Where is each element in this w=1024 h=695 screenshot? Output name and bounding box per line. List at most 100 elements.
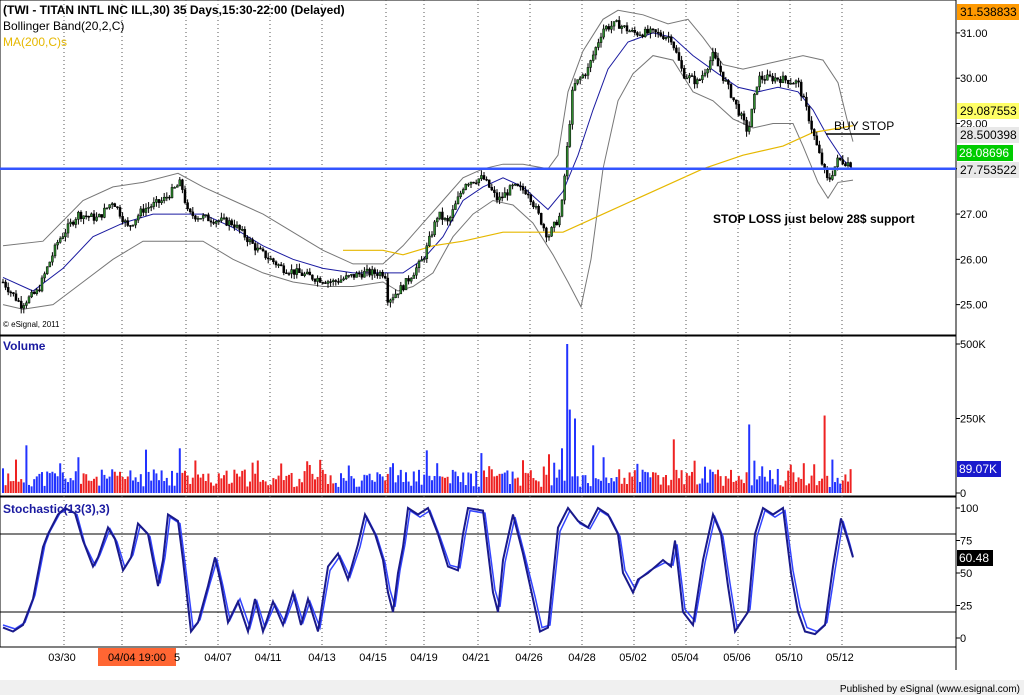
volume-bar (368, 473, 371, 493)
candle-body (560, 199, 564, 217)
volume-bar (555, 477, 558, 493)
candle-body (620, 26, 624, 29)
candle-body (300, 272, 304, 276)
candle-body (87, 216, 91, 218)
candle-body (368, 268, 371, 276)
candle-body (233, 224, 236, 228)
candle-body (225, 217, 228, 226)
volume-bar (475, 470, 478, 493)
volume-bar (321, 469, 324, 493)
volume-bar (646, 472, 649, 493)
volume-bar (670, 479, 673, 493)
candle-body (659, 32, 663, 37)
volume-bar (74, 471, 77, 493)
candle-body (121, 216, 124, 223)
x-axis-label: 05/12 (826, 652, 854, 664)
candle-body (727, 80, 730, 85)
candle-body (181, 179, 184, 190)
volume-bar (722, 485, 725, 493)
volume-bar (537, 481, 540, 493)
ma-price-value: 29.087553 (960, 104, 1017, 118)
candle-body (316, 277, 319, 282)
candle-body (22, 305, 26, 309)
volume-bar (420, 484, 423, 493)
candle-body (165, 196, 169, 199)
candle-body (113, 203, 117, 207)
volume-tick-label: 0 (960, 488, 966, 500)
candle-body (623, 25, 626, 27)
volume-bar (571, 476, 574, 493)
candle-body (173, 187, 176, 189)
volume-bar (324, 473, 327, 493)
candle-body (706, 69, 709, 74)
volume-bar (514, 478, 517, 493)
candle-body (251, 239, 254, 244)
candle-body (630, 29, 634, 32)
candle-body (48, 261, 52, 268)
candle-body (693, 75, 696, 85)
volume-bar (550, 485, 553, 493)
volume-bar (69, 478, 72, 493)
volume-bar (147, 471, 150, 493)
volume-bar (158, 480, 160, 493)
volume-bar (522, 460, 524, 493)
volume-bar (847, 481, 849, 493)
candle-body (524, 189, 527, 195)
volume-bar (210, 482, 212, 493)
stochastic-tick-label: 50 (960, 568, 972, 580)
candle-body (152, 202, 156, 207)
candle-body (708, 60, 712, 70)
last-price-value: 28.08696 (959, 146, 1009, 160)
volume-bar (683, 484, 686, 493)
candle-body (90, 213, 93, 217)
candle-body (357, 272, 361, 275)
volume-bar (714, 474, 717, 493)
volume-bar (418, 469, 420, 493)
candle-body (581, 74, 585, 79)
candle-body (672, 41, 676, 49)
candle-body (394, 293, 397, 298)
volume-bar (758, 476, 761, 493)
candle-body (701, 75, 704, 81)
candle-body (698, 79, 702, 81)
volume-bar (815, 485, 818, 493)
volume-bar (12, 480, 15, 493)
candle-body (298, 268, 301, 274)
x-axis-label: 5 (174, 652, 180, 664)
volume-bar (381, 476, 384, 493)
volume-bar (137, 481, 140, 493)
volume-bar (386, 473, 389, 493)
volume-bar (51, 471, 54, 493)
volume-bar (527, 473, 530, 493)
candle-body (326, 281, 330, 284)
volume-bar (795, 481, 797, 493)
candle-body (370, 269, 374, 276)
candle-body (191, 211, 195, 217)
candle-body (373, 269, 377, 274)
volume-bar (618, 469, 621, 493)
volume-bar (454, 471, 457, 493)
candle-body (667, 36, 670, 38)
candle-body (498, 196, 501, 201)
volume-bar (217, 473, 220, 493)
volume-bar (436, 463, 439, 493)
candle-body (508, 185, 512, 196)
volume-bar (329, 475, 332, 493)
candle-body (615, 20, 618, 22)
volume-bar (376, 472, 379, 493)
volume-bar (163, 481, 166, 493)
candle-body (469, 181, 473, 185)
volume-bar (667, 485, 670, 493)
stock-chart: BUY STOP STOP LOSS just below 28$ suppor… (0, 0, 1024, 695)
candle-body (386, 277, 390, 303)
volume-bar (33, 479, 36, 493)
volume-bar (116, 475, 119, 493)
candle-body (19, 300, 23, 309)
candle-body (321, 282, 325, 284)
volume-bar (20, 479, 23, 493)
volume-bar (545, 474, 548, 493)
stochastic-tick-label: 100 (960, 503, 978, 515)
stochastic-tick-label: 25 (960, 601, 972, 613)
candle-body (404, 278, 408, 291)
volume-bar (472, 486, 475, 493)
